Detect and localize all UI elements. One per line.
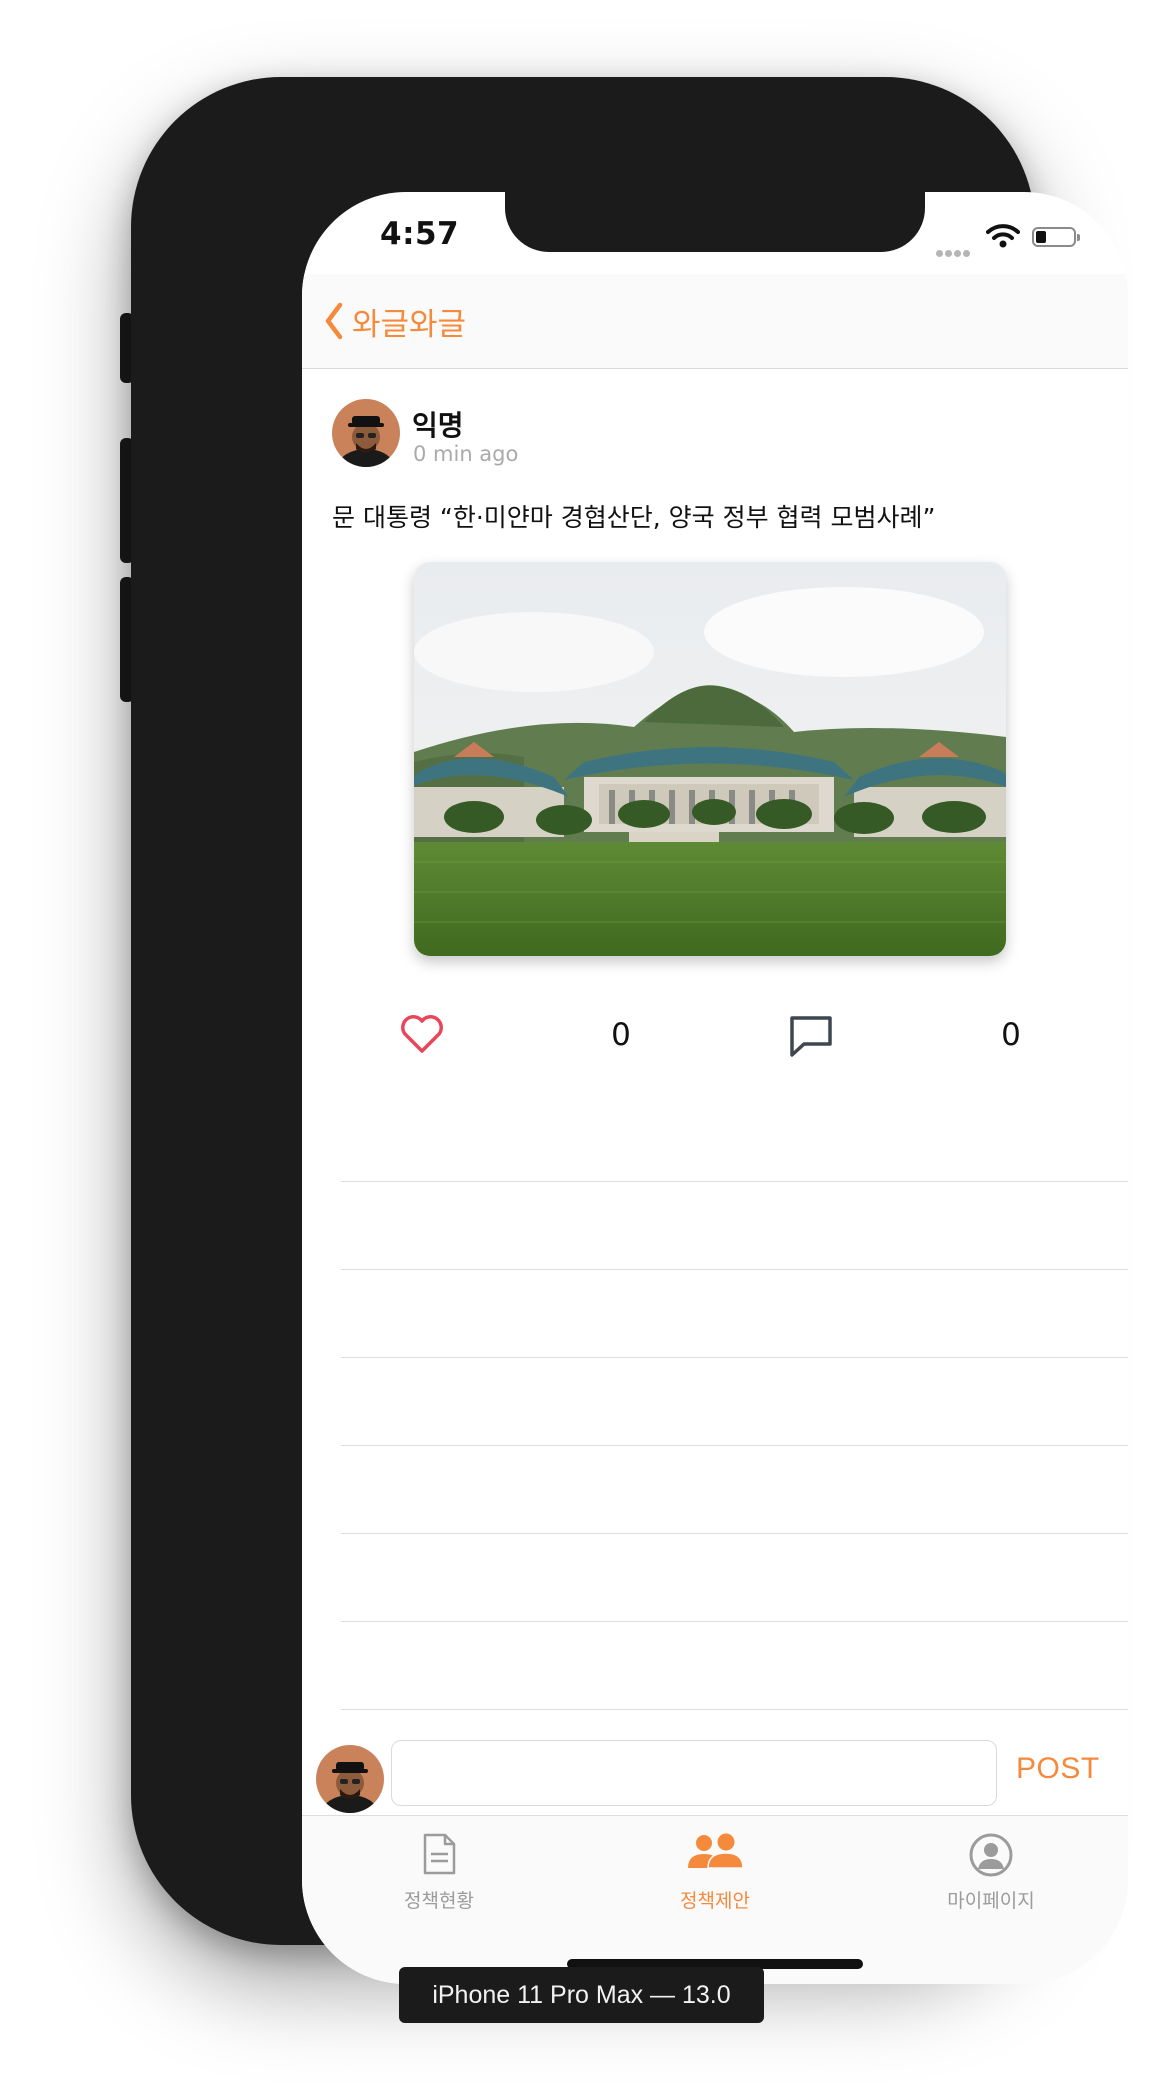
comment-row-separator <box>341 1181 1128 1182</box>
comment-row-separator <box>341 1621 1128 1622</box>
notch <box>505 192 925 252</box>
simulator-device-label: iPhone 11 Pro Max — 13.0 <box>399 1967 764 2023</box>
comment-row-separator <box>341 1533 1128 1534</box>
post-title: 문 대통령 “한·미얀마 경협산단, 양국 정부 협력 모범사례” <box>332 503 936 532</box>
tab-label: 정책제안 <box>680 1890 750 1912</box>
cellular-signal-icon <box>936 242 974 257</box>
author-avatar[interactable] <box>332 399 400 467</box>
post-timestamp: 0 min ago <box>413 442 519 466</box>
people-icon <box>688 1833 744 1869</box>
back-label: 와글와글 <box>352 306 467 343</box>
heart-icon <box>401 1015 443 1053</box>
device-frame: 4:57 와글와글 익명 0 min ago 문 대통령 “한·미얀마 경협산단… <box>131 77 1128 1984</box>
author-name: 익명 <box>412 409 464 442</box>
screen: 4:57 와글와글 익명 0 min ago 문 대통령 “한·미얀마 경협산단… <box>302 192 1128 1984</box>
profile-icon <box>969 1833 1013 1877</box>
speech-bubble-icon <box>790 1016 832 1057</box>
comment-row-separator <box>341 1269 1128 1270</box>
tab-my-page[interactable]: 마이페이지 <box>901 1824 1081 1914</box>
wifi-icon <box>986 224 1020 248</box>
comment-row-separator <box>341 1357 1128 1358</box>
comment-row-separator <box>341 1445 1128 1446</box>
chevron-left-icon <box>325 302 343 340</box>
tab-label: 마이페이지 <box>947 1890 1035 1912</box>
back-button[interactable]: 와글와글 <box>324 296 466 346</box>
status-time: 4:57 <box>380 216 460 252</box>
comment-row-separator <box>341 1709 1128 1710</box>
navigation-bar: 와글와글 <box>302 274 1128 369</box>
tab-label: 정책현황 <box>404 1890 474 1912</box>
document-icon <box>423 1833 456 1875</box>
post-image[interactable] <box>414 562 1006 956</box>
simulator-stage: 4:57 와글와글 익명 0 min ago 문 대통령 “한·미얀마 경협산단… <box>0 0 1168 2096</box>
tab-policy-status[interactable]: 정책현황 <box>349 1824 529 1914</box>
tab-policy-proposal[interactable]: 정책제안 <box>625 1824 805 1914</box>
user-avatar <box>316 1745 384 1813</box>
comment-input[interactable] <box>391 1740 997 1806</box>
comment-count: 0 <box>1001 1017 1021 1053</box>
post-comment-button[interactable]: POST <box>1016 1752 1100 1786</box>
comment-button[interactable] <box>788 1014 834 1058</box>
battery-icon <box>1032 227 1080 247</box>
like-count: 0 <box>611 1017 631 1053</box>
like-button[interactable] <box>400 1014 444 1054</box>
